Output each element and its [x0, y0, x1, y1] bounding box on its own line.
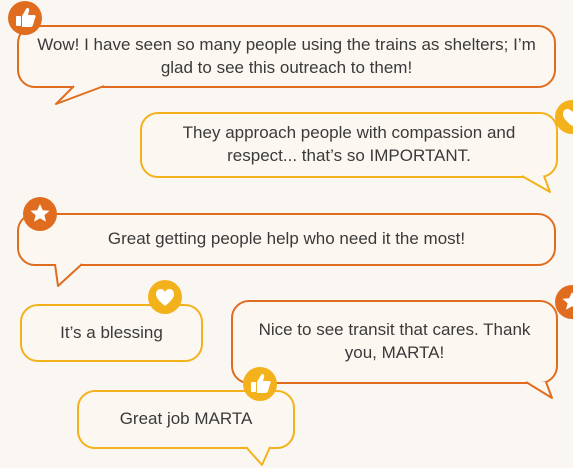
bubble-tail-6: [245, 446, 271, 466]
thumbs-up-icon: [243, 367, 277, 401]
